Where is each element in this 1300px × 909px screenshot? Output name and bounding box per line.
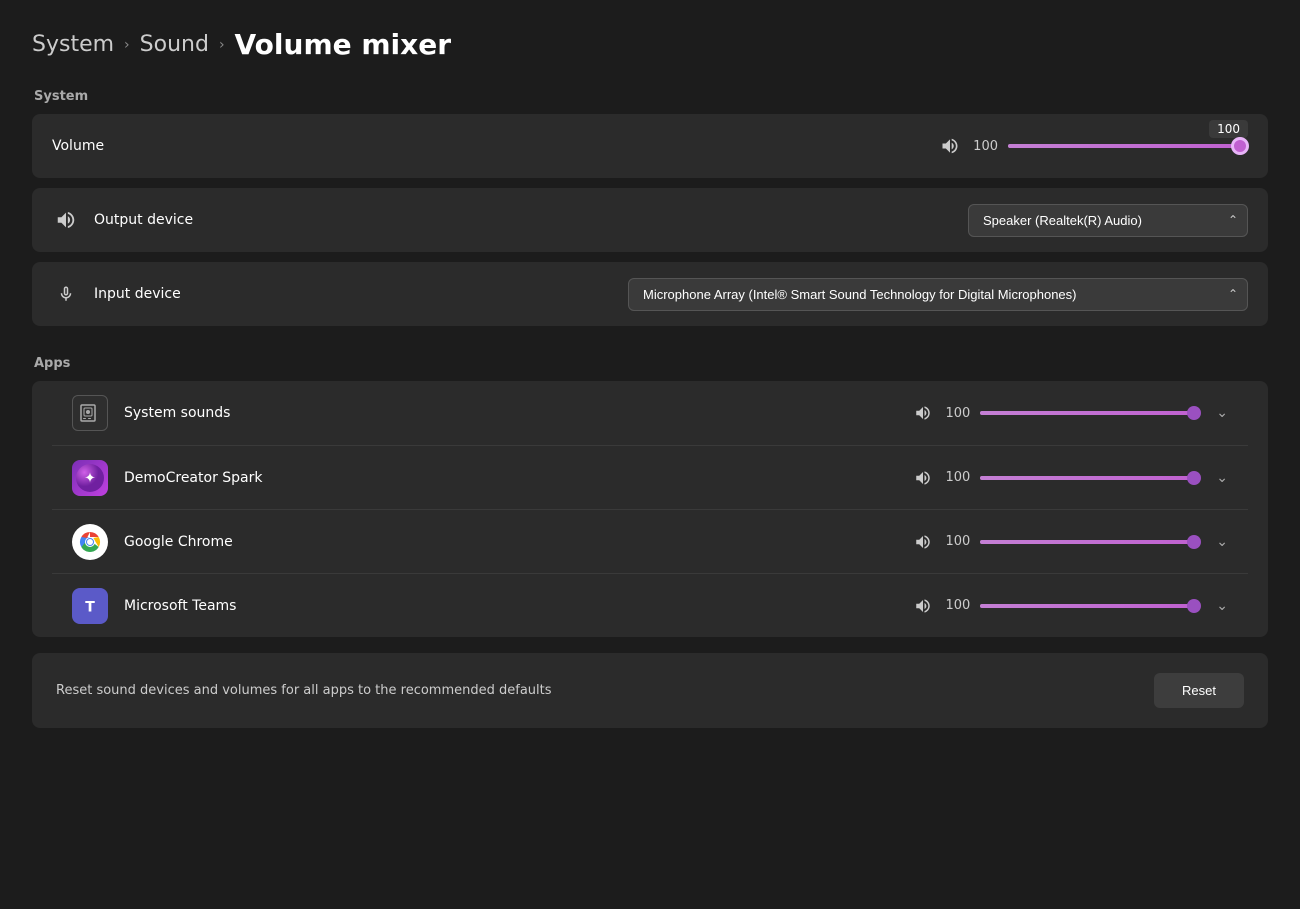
reset-bar: Reset sound devices and volumes for all … bbox=[32, 653, 1268, 728]
list-item: T Microsoft Teams 100 ⌄ bbox=[52, 573, 1248, 637]
svg-text:T: T bbox=[85, 599, 95, 615]
democreator-volume-controls: 100 ⌄ bbox=[914, 468, 1228, 488]
system-sounds-slider-thumb bbox=[1187, 406, 1201, 420]
teams-volume-controls: 100 ⌄ bbox=[914, 596, 1228, 616]
slider-track bbox=[1008, 144, 1248, 148]
mic-icon bbox=[52, 283, 80, 305]
system-sounds-volume-value: 100 bbox=[942, 406, 970, 421]
teams-volume-value: 100 bbox=[942, 598, 970, 613]
system-sounds-icon bbox=[72, 395, 108, 431]
apps-card: System sounds 100 ⌄ bbox=[32, 381, 1268, 637]
input-device-row: Input device Microphone Array (Intel® Sm… bbox=[52, 262, 1248, 326]
slider-fill bbox=[1008, 144, 1248, 148]
system-section: System 100 Volume 100 bbox=[32, 89, 1268, 326]
breadcrumb-system[interactable]: System bbox=[32, 32, 114, 57]
slider-thumb bbox=[1231, 137, 1249, 155]
democreator-slider-thumb bbox=[1187, 471, 1201, 485]
teams-slider-thumb bbox=[1187, 599, 1201, 613]
teams-icon: T bbox=[72, 588, 108, 624]
chrome-icon bbox=[72, 524, 108, 560]
chrome-volume-controls: 100 ⌄ bbox=[914, 532, 1228, 552]
volume-row: 100 Volume 100 bbox=[52, 114, 1248, 178]
list-item: System sounds 100 ⌄ bbox=[52, 381, 1248, 445]
system-section-label: System bbox=[34, 89, 1268, 104]
system-sounds-speaker-icon bbox=[914, 404, 932, 422]
speaker-output-icon bbox=[52, 209, 80, 231]
input-device-select[interactable]: Microphone Array (Intel® Smart Sound Tec… bbox=[628, 278, 1248, 311]
system-sounds-expand-icon[interactable]: ⌄ bbox=[1216, 405, 1228, 421]
chrome-slider-thumb bbox=[1187, 535, 1201, 549]
volume-number: 100 bbox=[970, 139, 998, 154]
teams-speaker-icon bbox=[914, 597, 932, 615]
output-device-card: Output device Speaker (Realtek(R) Audio)… bbox=[32, 188, 1268, 252]
system-sounds-volume-controls: 100 ⌄ bbox=[914, 403, 1228, 423]
democreator-icon: ✦ bbox=[72, 460, 108, 496]
input-device-card: Input device Microphone Array (Intel® Sm… bbox=[32, 262, 1268, 326]
breadcrumb-sound[interactable]: Sound bbox=[140, 32, 209, 57]
list-item: ✦ DemoCreator Spark 100 ⌄ bbox=[52, 445, 1248, 509]
output-device-label: Output device bbox=[94, 212, 968, 228]
output-device-row: Output device Speaker (Realtek(R) Audio)… bbox=[52, 188, 1248, 252]
speaker-icon bbox=[940, 136, 960, 156]
teams-name: Microsoft Teams bbox=[124, 598, 914, 614]
breadcrumb: System › Sound › Volume mixer bbox=[32, 28, 1268, 61]
list-item: Google Chrome 100 ⌄ bbox=[52, 509, 1248, 573]
chrome-name: Google Chrome bbox=[124, 534, 914, 550]
reset-description: Reset sound devices and volumes for all … bbox=[56, 683, 552, 698]
apps-section-label: Apps bbox=[34, 356, 1268, 371]
system-sounds-name: System sounds bbox=[124, 405, 914, 421]
reset-button[interactable]: Reset bbox=[1154, 673, 1244, 708]
chevron-icon-2: › bbox=[219, 37, 225, 53]
democreator-speaker-icon bbox=[914, 469, 932, 487]
chrome-speaker-icon bbox=[914, 533, 932, 551]
chevron-icon-1: › bbox=[124, 37, 130, 53]
output-device-select[interactable]: Speaker (Realtek(R) Audio) Headphones HD… bbox=[968, 204, 1248, 237]
input-device-label: Input device bbox=[94, 286, 628, 302]
volume-label: Volume bbox=[52, 138, 940, 154]
volume-slider[interactable] bbox=[1008, 136, 1248, 156]
democreator-volume-value: 100 bbox=[942, 470, 970, 485]
democreator-name: DemoCreator Spark bbox=[124, 470, 914, 486]
system-sounds-slider[interactable] bbox=[980, 403, 1200, 423]
page-title: Volume mixer bbox=[235, 28, 451, 61]
system-card: 100 Volume 100 bbox=[32, 114, 1268, 178]
output-device-select-wrapper[interactable]: Speaker (Realtek(R) Audio) Headphones HD… bbox=[968, 204, 1248, 237]
chrome-volume-value: 100 bbox=[942, 534, 970, 549]
chrome-expand-icon[interactable]: ⌄ bbox=[1216, 534, 1228, 550]
chrome-slider[interactable] bbox=[980, 532, 1200, 552]
svg-text:✦: ✦ bbox=[84, 470, 96, 486]
teams-slider[interactable] bbox=[980, 596, 1200, 616]
apps-section: Apps System sounds 100 bbox=[32, 356, 1268, 637]
democreator-slider[interactable] bbox=[980, 468, 1200, 488]
democreator-expand-icon[interactable]: ⌄ bbox=[1216, 470, 1228, 486]
volume-controls: 100 bbox=[940, 136, 1248, 156]
teams-expand-icon[interactable]: ⌄ bbox=[1216, 598, 1228, 614]
input-device-select-wrapper[interactable]: Microphone Array (Intel® Smart Sound Tec… bbox=[628, 278, 1248, 311]
